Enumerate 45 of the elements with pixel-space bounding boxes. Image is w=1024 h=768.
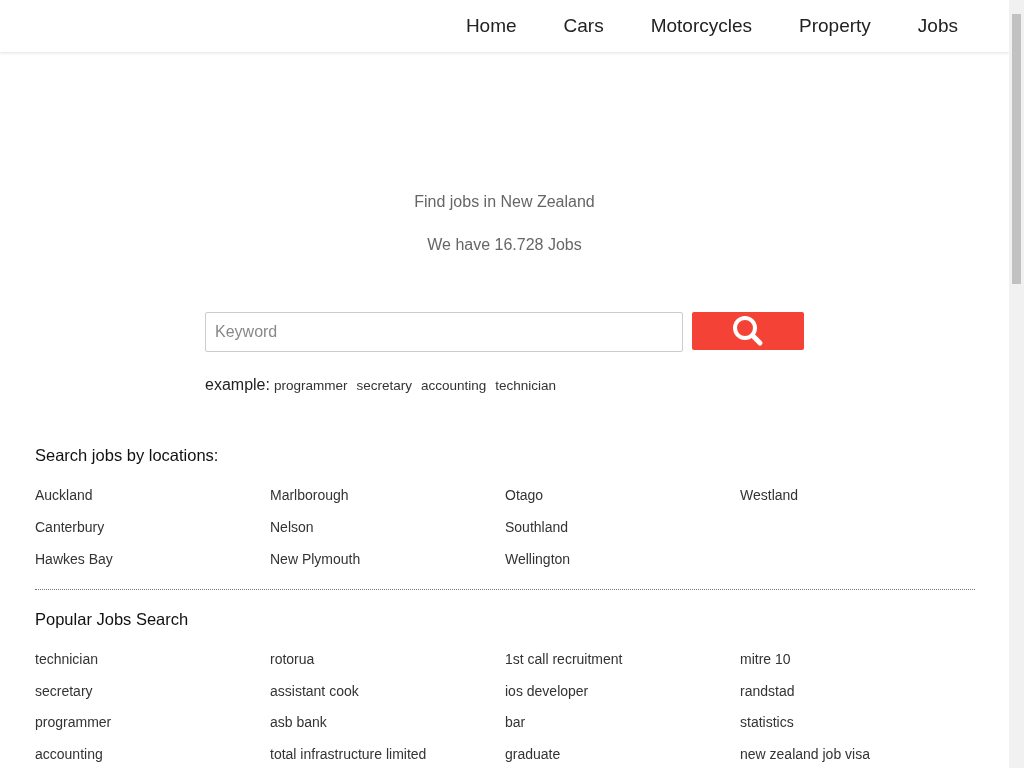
job-link[interactable]: Hawkes Bay (35, 551, 270, 567)
keyword-field[interactable]: Keyword (205, 312, 683, 352)
job-link[interactable]: rotorua (270, 651, 505, 667)
job-link[interactable]: accounting (35, 745, 270, 762)
example-link[interactable]: programmer (273, 378, 348, 393)
example-link[interactable]: accounting (421, 378, 487, 393)
job-link[interactable]: asb bank (270, 714, 505, 730)
job-link[interactable]: total infrastructure limited (270, 745, 505, 762)
scrollbar[interactable] (1009, 0, 1024, 768)
job-link[interactable]: Auckland (35, 487, 270, 503)
scrollbar-thumb[interactable] (1012, 14, 1021, 284)
job-link[interactable]: mitre 10 (740, 651, 975, 667)
section-heading: Search jobs by locations: (35, 446, 220, 465)
nav-link[interactable]: Cars (563, 15, 604, 37)
job-link[interactable]: secretary (35, 682, 270, 699)
job-link[interactable]: 1st call recruitment (505, 651, 740, 667)
job-link[interactable]: randstad (740, 682, 975, 699)
search-button[interactable] (692, 312, 804, 350)
search-icon (732, 315, 764, 347)
job-link[interactable]: assistant cook (270, 682, 505, 699)
job-link[interactable]: ios developer (505, 682, 740, 699)
job-link[interactable]: Marlborough (270, 487, 505, 503)
job-link[interactable]: programmer (35, 714, 270, 730)
example-link[interactable]: secretary (356, 378, 412, 393)
example-link[interactable]: technician (495, 378, 557, 393)
job-link[interactable]: statistics (740, 714, 975, 730)
hero-title: Find jobs in New Zealand (414, 192, 595, 211)
job-link[interactable]: graduate (505, 745, 740, 762)
job-link[interactable]: new zealand job visa (740, 745, 975, 762)
job-count: We have 16.728 Jobs (427, 235, 582, 254)
example-label: example: (205, 376, 270, 394)
nav-link[interactable]: Jobs (917, 15, 958, 37)
job-link[interactable]: New Plymouth (270, 551, 505, 567)
job-link[interactable]: Wellington (505, 551, 740, 567)
nav-link[interactable]: Motorcycles (650, 15, 753, 37)
job-link[interactable]: technician (35, 651, 270, 667)
job-link[interactable]: Nelson (270, 519, 505, 535)
job-link[interactable]: bar (505, 714, 740, 730)
job-link[interactable]: Westland (740, 487, 975, 503)
nav-link[interactable]: Property (799, 15, 871, 37)
job-link[interactable]: Canterbury (35, 519, 270, 535)
section-heading: Popular Jobs Search (35, 610, 190, 629)
nav-link[interactable]: Home (465, 15, 517, 37)
job-link[interactable]: Southland (505, 519, 740, 535)
job-link[interactable]: Otago (505, 487, 740, 503)
